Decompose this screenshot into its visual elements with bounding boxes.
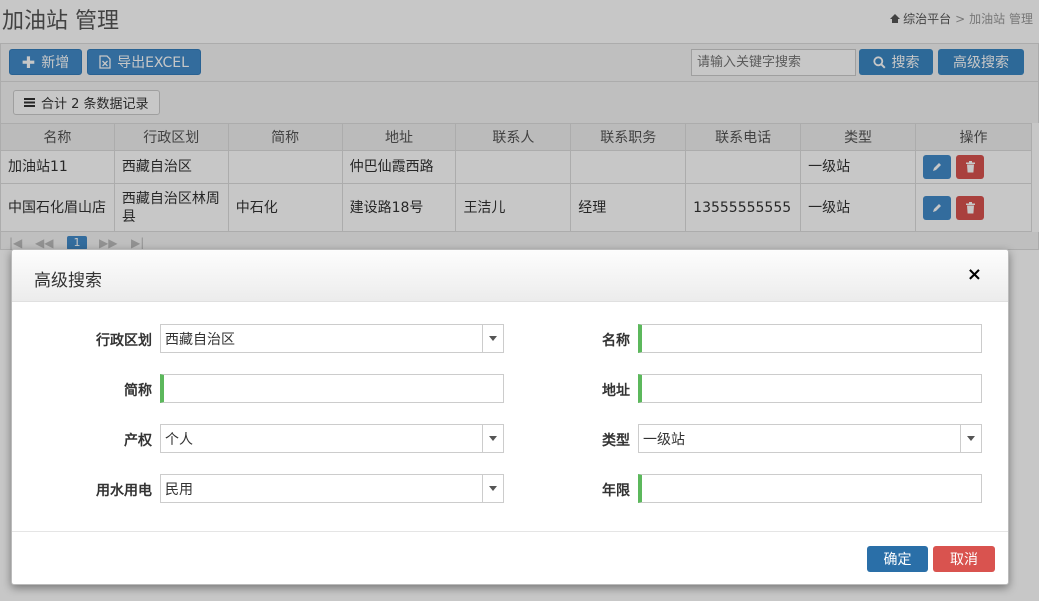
ownership-select[interactable]: 个人 bbox=[160, 424, 504, 453]
confirm-button[interactable]: 确定 bbox=[867, 546, 928, 572]
type-select[interactable]: 一级站 bbox=[638, 424, 982, 453]
abbr-input[interactable] bbox=[160, 374, 504, 403]
dialog-title: 高级搜索 bbox=[34, 271, 102, 291]
water-power-label: 用水用电 bbox=[96, 483, 152, 499]
water-power-select-value: 民用 bbox=[165, 481, 193, 498]
chevron-down-icon[interactable] bbox=[482, 475, 503, 502]
close-icon[interactable]: × bbox=[967, 264, 982, 285]
name-input[interactable] bbox=[638, 324, 982, 353]
dialog-header: 高级搜索 × bbox=[12, 250, 1008, 302]
chevron-down-icon[interactable] bbox=[482, 325, 503, 352]
region-select-value: 西藏自治区 bbox=[165, 331, 235, 348]
chevron-down-icon[interactable] bbox=[482, 425, 503, 452]
address-input[interactable] bbox=[638, 374, 982, 403]
ownership-label: 产权 bbox=[124, 433, 152, 449]
years-input[interactable] bbox=[638, 474, 982, 503]
region-label: 行政区划 bbox=[96, 333, 152, 349]
years-label: 年限 bbox=[602, 483, 630, 499]
name-label: 名称 bbox=[602, 333, 630, 349]
ownership-select-value: 个人 bbox=[165, 431, 193, 448]
water-power-select[interactable]: 民用 bbox=[160, 474, 504, 503]
chevron-down-icon[interactable] bbox=[960, 425, 981, 452]
type-select-value: 一级站 bbox=[643, 431, 685, 448]
address-label: 地址 bbox=[602, 383, 630, 399]
type-label: 类型 bbox=[602, 433, 630, 449]
region-select[interactable]: 西藏自治区 bbox=[160, 324, 504, 353]
dialog-footer bbox=[12, 531, 1008, 584]
advanced-search-dialog: 高级搜索 × 行政区划 西藏自治区 名称 简称 地址 产权 个人 类型 一级站 … bbox=[11, 249, 1009, 585]
abbr-label: 简称 bbox=[124, 383, 152, 399]
cancel-button[interactable]: 取消 bbox=[933, 546, 995, 572]
